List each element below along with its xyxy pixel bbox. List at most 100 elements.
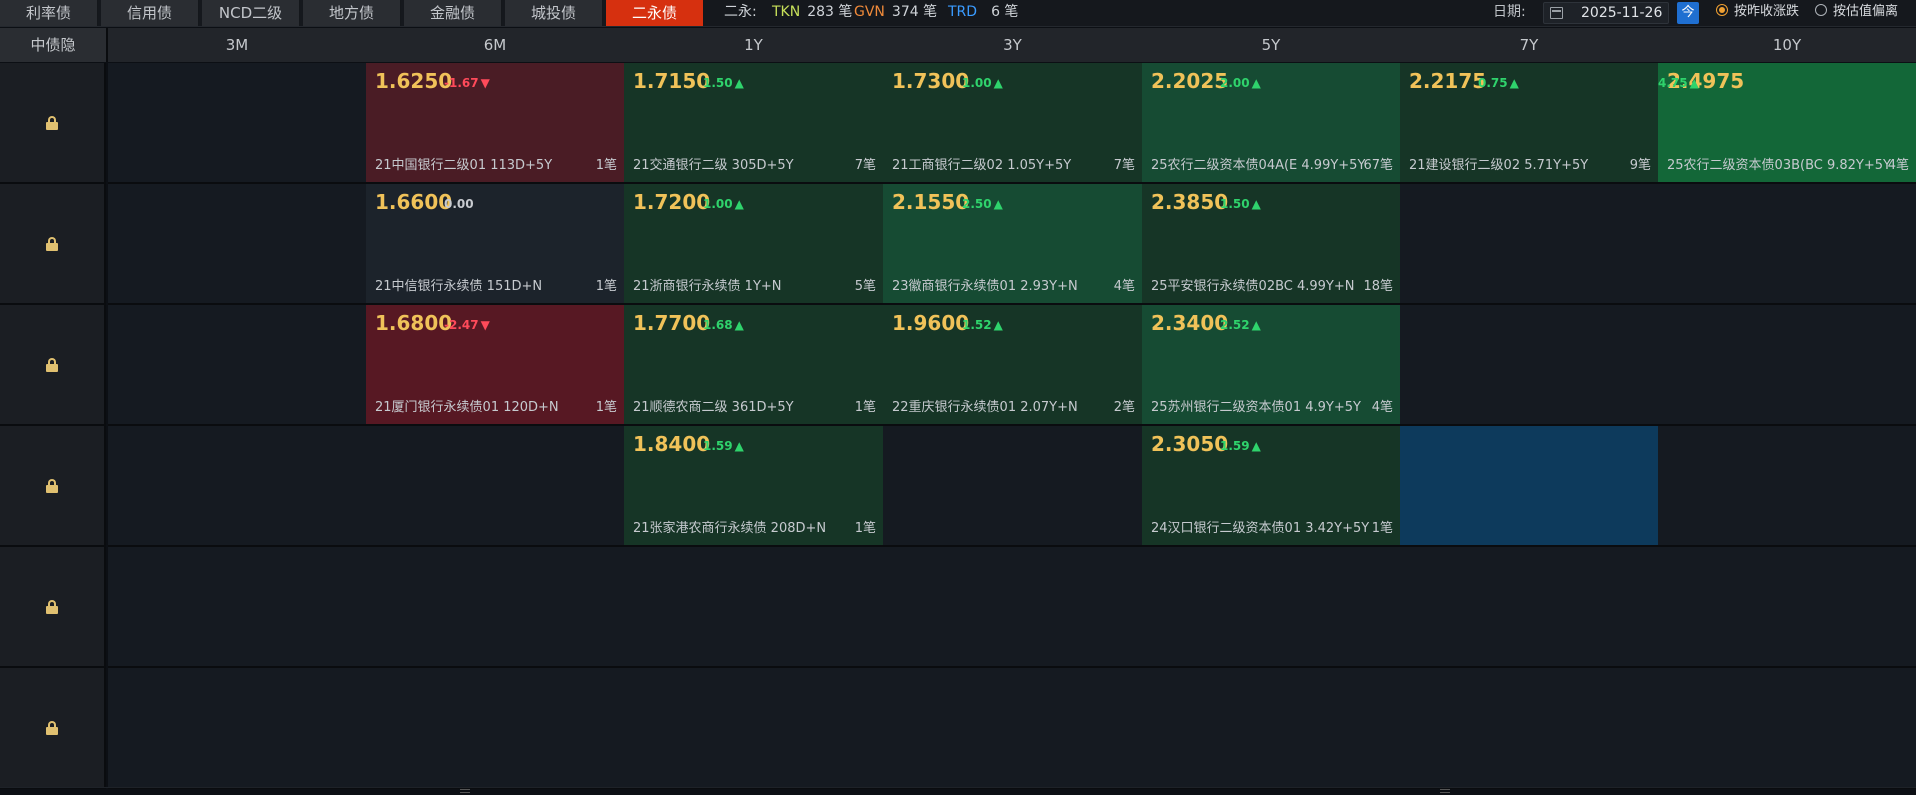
empty-cell[interactable] [1142, 547, 1402, 668]
bond-name: 21张家港农商行永续债 208D+N [633, 521, 827, 536]
tab-5[interactable]: 城投债 [505, 0, 603, 26]
empty-cell[interactable] [1400, 668, 1660, 789]
header-tenor[interactable]: 10Y [1658, 28, 1916, 62]
yield-value: 1.8400 [633, 432, 711, 456]
bond-name: 21浙商银行永续债 1Y+N [633, 279, 782, 294]
empty-cell[interactable] [1142, 668, 1402, 789]
header-tenor[interactable]: 7Y [1400, 28, 1660, 62]
quote-cell[interactable]: 2.1550 2.50 ▲ 23徽商银行永续债01 2.93Y+N 4笔 [883, 184, 1144, 305]
quote-cell[interactable]: 2.2175 0.75 ▲ 21建设银行二级02 5.71Y+5Y 9笔 [1400, 63, 1660, 184]
empty-cell[interactable] [1400, 547, 1660, 668]
tkn-value: 283 笔 [807, 4, 853, 20]
empty-cell[interactable] [108, 63, 368, 184]
change-value: 2.50 [962, 197, 992, 211]
yield-value: 1.6800 [375, 311, 453, 335]
bond-name: 23徽商银行永续债01 2.93Y+N [892, 279, 1078, 294]
quote-cell[interactable]: 1.7200 1.00 ▲ 21浙商银行永续债 1Y+N 5笔 [624, 184, 885, 305]
arrow-up-icon: ▲ [1689, 76, 1699, 90]
empty-cell[interactable] [624, 547, 885, 668]
bond-name: 24汉口银行二级资本债01 3.42Y+5Y [1151, 521, 1370, 536]
quote-cell[interactable]: 1.6600 0.00 21中信银行永续债 151D+N 1笔 [366, 184, 626, 305]
tab-4[interactable]: 金融债 [404, 0, 502, 26]
empty-cell[interactable] [108, 426, 368, 547]
row-lock-cell[interactable] [0, 184, 106, 305]
empty-cell[interactable] [108, 184, 368, 305]
empty-cell[interactable] [108, 305, 368, 426]
radio-prev-close[interactable]: 按昨收涨跌 [1716, 0, 1799, 26]
row-lock-cell[interactable] [0, 426, 106, 547]
change-bp: 2.52 ▲ [1220, 318, 1261, 332]
change-value: -2.47 [444, 318, 479, 332]
empty-cell[interactable] [883, 668, 1144, 789]
resize-handle-right[interactable] [1440, 789, 1450, 793]
yield-value: 1.7700 [633, 311, 711, 335]
radio-prev-close-label: 按昨收涨跌 [1734, 4, 1800, 19]
yield-value: 2.3400 [1151, 311, 1229, 335]
tab-6[interactable]: 二永债 [606, 0, 704, 26]
change-value: 0.75 [1478, 76, 1508, 90]
quote-cell[interactable]: 2.3050 1.59 ▲ 24汉口银行二级资本债01 3.42Y+5Y 1笔 [1142, 426, 1402, 547]
empty-cell[interactable] [1658, 547, 1916, 668]
empty-cell[interactable] [1658, 184, 1916, 305]
bond-name: 21中信银行永续债 151D+N [375, 279, 543, 294]
empty-cell[interactable] [624, 668, 885, 789]
date-picker[interactable]: 2025-11-26 [1543, 2, 1669, 24]
change-value: 1.59 [703, 439, 733, 453]
empty-cell[interactable] [366, 668, 626, 789]
empty-cell[interactable] [883, 547, 1144, 668]
arrow-down-icon: ▼ [480, 318, 490, 332]
empty-cell[interactable] [366, 426, 626, 547]
quote-cell[interactable]: 1.7700 1.68 ▲ 21顺德农商二级 361D+5Y 1笔 [624, 305, 885, 426]
tab-0[interactable]: 利率债 [0, 0, 98, 26]
row-lock-cell[interactable] [0, 547, 106, 668]
quote-cell[interactable]: 2.2025 2.00 ▲ 25农行二级资本债04A(E 4.99Y+5Y 67笔 [1142, 63, 1402, 184]
header-benchmark[interactable]: 中债隐 [0, 28, 108, 62]
tab-3[interactable]: 地方债 [303, 0, 401, 26]
header-tenor[interactable]: 3Y [883, 28, 1144, 62]
quote-cell[interactable]: 1.9600 1.52 ▲ 22重庆银行永续债01 2.07Y+N 2笔 [883, 305, 1144, 426]
quote-cell[interactable]: 1.8400 1.59 ▲ 21张家港农商行永续债 208D+N 1笔 [624, 426, 885, 547]
empty-cell[interactable] [1658, 668, 1916, 789]
gvn-value: 374 笔 [891, 4, 938, 20]
tab-1[interactable]: 信用债 [101, 0, 199, 26]
quote-cell[interactable]: 1.6250 -1.67 ▼ 21中国银行二级01 113D+5Y 1笔 [366, 63, 626, 184]
empty-cell[interactable] [1400, 305, 1660, 426]
row-lock-cell[interactable] [0, 63, 106, 184]
change-bp: 1.52 ▲ [962, 318, 1003, 332]
quote-cell[interactable]: 2.4975 4.75 ▲ 25农行二级资本债03B(BC 9.82Y+5Y 4笔 [1658, 63, 1916, 184]
today-button[interactable]: 今 [1677, 2, 1699, 24]
header-tenor[interactable]: 3M [108, 28, 368, 62]
change-bp: 0.75 ▲ [1478, 76, 1519, 90]
tab-2[interactable]: NCD二级 [202, 0, 300, 26]
empty-cell[interactable] [883, 426, 1144, 547]
empty-cell[interactable] [366, 547, 626, 668]
empty-cell[interactable] [1400, 184, 1660, 305]
bottom-divider [0, 787, 1916, 788]
quote-cell[interactable]: 1.7300 1.00 ▲ 21工商银行二级02 1.05Y+5Y 7笔 [883, 63, 1144, 184]
empty-cell[interactable] [1658, 426, 1916, 547]
quote-cell[interactable]: 2.3400 2.52 ▲ 25苏州银行二级资本债01 4.9Y+5Y 4笔 [1142, 305, 1402, 426]
quote-cell[interactable]: 1.7150 1.50 ▲ 21交通银行二级 305D+5Y 7笔 [624, 63, 885, 184]
arrow-down-icon: ▼ [480, 76, 490, 90]
trade-count: 7笔 [854, 158, 876, 173]
resize-handle-left[interactable] [460, 789, 470, 793]
empty-cell[interactable] [1658, 305, 1916, 426]
quote-cell[interactable]: 2.3850 1.50 ▲ 25平安银行永续债02BC 4.99Y+N 18笔 [1142, 184, 1402, 305]
bond-name: 25农行二级资本债03B(BC 9.82Y+5Y [1667, 158, 1891, 173]
empty-cell[interactable] [108, 547, 368, 668]
trade-count: 1笔 [854, 400, 876, 415]
yield-value: 2.1550 [892, 190, 970, 214]
selected-cell[interactable] [1400, 426, 1660, 547]
change-bp: 1.50 ▲ [703, 76, 744, 90]
quote-cell[interactable]: 1.6800 -2.47 ▼ 21厦门银行永续债01 120D+N 1笔 [366, 305, 626, 426]
row-lock-cell[interactable] [0, 305, 106, 426]
header-tenor[interactable]: 6M [366, 28, 626, 62]
radio-valuation-dev[interactable]: 按估值偏离 [1815, 0, 1898, 26]
row-lock-cell[interactable] [0, 668, 106, 789]
trade-count: 4笔 [1113, 279, 1135, 294]
header-tenor[interactable]: 5Y [1142, 28, 1402, 62]
change-bp: 0.00 [444, 197, 474, 211]
empty-cell[interactable] [108, 668, 368, 789]
header-tenor[interactable]: 1Y [624, 28, 885, 62]
change-value: 1.50 [1220, 197, 1250, 211]
